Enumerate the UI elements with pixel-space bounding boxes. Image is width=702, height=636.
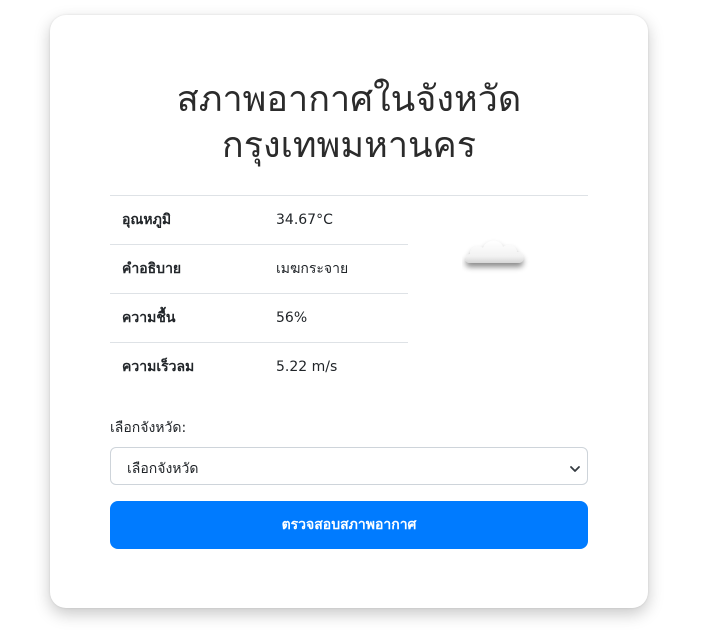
page-title: สภาพอากาศในจังหวัด กรุงเทพมหานคร	[50, 77, 648, 169]
table-row: ความชื้น 56%	[110, 293, 408, 343]
description-label: คำอธิบาย	[110, 244, 264, 294]
title-line-2: กรุงเทพมหานคร	[221, 125, 477, 166]
weather-info-table: อุณหภูมิ 34.67°C คำอธิบาย เมฆกระจาย ความ…	[110, 196, 408, 391]
humidity-value: 56%	[264, 293, 408, 343]
temperature-label: อุณหภูมิ	[110, 196, 264, 245]
weather-card: สภาพอากาศในจังหวัด กรุงเทพมหานคร อุณหภูม…	[50, 15, 648, 608]
chevron-down-icon	[569, 460, 581, 472]
table-row: คำอธิบาย เมฆกระจาย	[110, 244, 408, 294]
check-weather-button[interactable]: ตรวจสอบสภาพอากาศ	[110, 501, 588, 549]
table-row: อุณหภูมิ 34.67°C	[110, 196, 408, 245]
table-row: ความเร็วลม 5.22 m/s	[110, 343, 408, 392]
wind-speed-value: 5.22 m/s	[276, 359, 338, 375]
humidity-label: ความชื้น	[110, 293, 264, 343]
province-select-label: เลือกจังหวัด:	[110, 420, 187, 436]
title-line-1: สภาพอากาศในจังหวัด	[176, 79, 522, 120]
province-select[interactable]: เลือกจังหวัด	[110, 447, 588, 485]
wind-speed-label: ความเร็วลม	[122, 359, 195, 375]
scattered-clouds-icon	[462, 225, 538, 275]
province-select-value: เลือกจังหวัด	[127, 461, 199, 477]
description-value: เมฆกระจาย	[264, 244, 408, 294]
temperature-value: 34.67°C	[264, 196, 408, 245]
